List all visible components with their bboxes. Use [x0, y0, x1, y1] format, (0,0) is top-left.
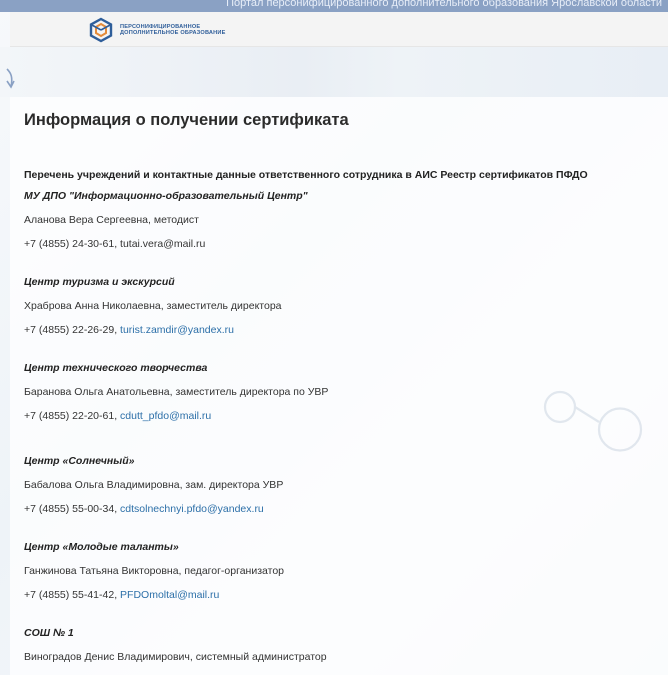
contact-phone: +7 (4855) 22-26-29,: [24, 324, 121, 336]
org-name: Центр «Солнечный»: [24, 455, 135, 467]
portal-tagline: Портал персонифицированного дополнительн…: [226, 0, 662, 9]
contact-email-link[interactable]: cdutt_pfdo@mail.ru: [120, 410, 211, 422]
contact-phone: +7 (4855) 55-41-42,: [24, 589, 121, 601]
contact-entry: Центр «Солнечный» Бабалова Ольга Владими…: [24, 452, 664, 524]
contact-phone: +7 (4855) 24-30-61, tutai.vera@mail.ru: [24, 238, 206, 250]
contact-entry: СОШ № 1 Виноградов Денис Владимирович, с…: [24, 624, 664, 672]
top-bar: Портал персонифицированного дополнительн…: [0, 0, 668, 12]
contact-entry: Центр технического творчества Баранова О…: [24, 359, 664, 431]
contact-email-link[interactable]: cdtsolnechnyi.pfdo@yandex.ru: [120, 503, 264, 515]
contact-entry: Центр туризма и экскурсий Храброва Анна …: [24, 273, 664, 345]
contact-phone-email: +7 (4855) 55-00-34, cdtsolnechnyi.pfdo@y…: [24, 500, 664, 524]
contact-person: Аланова Вера Сергеевна, методист: [24, 214, 199, 226]
org-name: Центр технического творчества: [24, 362, 208, 374]
banner-leaf-icon: [6, 68, 15, 89]
contact-email-link[interactable]: turist.zamdir@yandex.ru: [120, 324, 234, 336]
contact-person: Бабалова Ольга Владимировна, зам. директ…: [24, 479, 284, 491]
contact-phone-email: +7 (4855) 24-30-61, tutai.vera@mail.ru: [24, 235, 664, 259]
contact-person: Храброва Анна Николаевна, заместитель ди…: [24, 300, 282, 312]
page-title: Информация о получении сертификата: [24, 111, 349, 129]
contact-person: Виноградов Денис Владимирович, системный…: [24, 651, 327, 663]
org-name: Центр туризма и экскурсий: [24, 276, 175, 288]
contact-phone-email: +7 (4855) 22-26-29, turist.zamdir@yandex…: [24, 321, 664, 345]
logo-strip: ПЕРСОНИФИЦИРОВАННОЕ ДОПОЛНИТЕЛЬНОЕ ОБРАЗ…: [10, 12, 668, 47]
org-name: Центр «Молодые таланты»: [24, 541, 179, 553]
contact-entry: Центр «Молодые таланты» Ганжинова Татьян…: [24, 538, 664, 610]
org-name: СОШ № 1: [24, 627, 74, 639]
main-content: Информация о получении сертификата Переч…: [10, 97, 668, 675]
page-banner: [0, 47, 668, 97]
contact-entry: МУ ДПО "Информационно-образовательный Це…: [24, 187, 664, 259]
contact-phone-email: +7 (4855) 55-41-42, PFDOmoltal@mail.ru: [24, 586, 664, 610]
intro-text: Перечень учреждений и контактные данные …: [24, 169, 588, 181]
contact-phone-email: +7 (4855) 22-20-61, cdutt_pfdo@mail.ru: [24, 407, 664, 431]
contact-person: Ганжинова Татьяна Викторовна, педагог-ор…: [24, 565, 284, 577]
contact-person: Баранова Ольга Анатольевна, заместитель …: [24, 386, 329, 398]
pfdo-logo-icon: [89, 17, 113, 43]
contact-phone: +7 (4855) 22-20-61,: [24, 410, 121, 422]
org-name: МУ ДПО "Информационно-образовательный Це…: [24, 190, 308, 202]
contact-phone: +7 (4855) 55-00-34,: [24, 503, 121, 515]
logo-text: ПЕРСОНИФИЦИРОВАННОЕ ДОПОЛНИТЕЛЬНОЕ ОБРАЗ…: [120, 23, 226, 36]
contact-email-link[interactable]: PFDOmoltal@mail.ru: [120, 589, 219, 601]
site-logo[interactable]: ПЕРСОНИФИЦИРОВАННОЕ ДОПОЛНИТЕЛЬНОЕ ОБРАЗ…: [88, 17, 240, 43]
